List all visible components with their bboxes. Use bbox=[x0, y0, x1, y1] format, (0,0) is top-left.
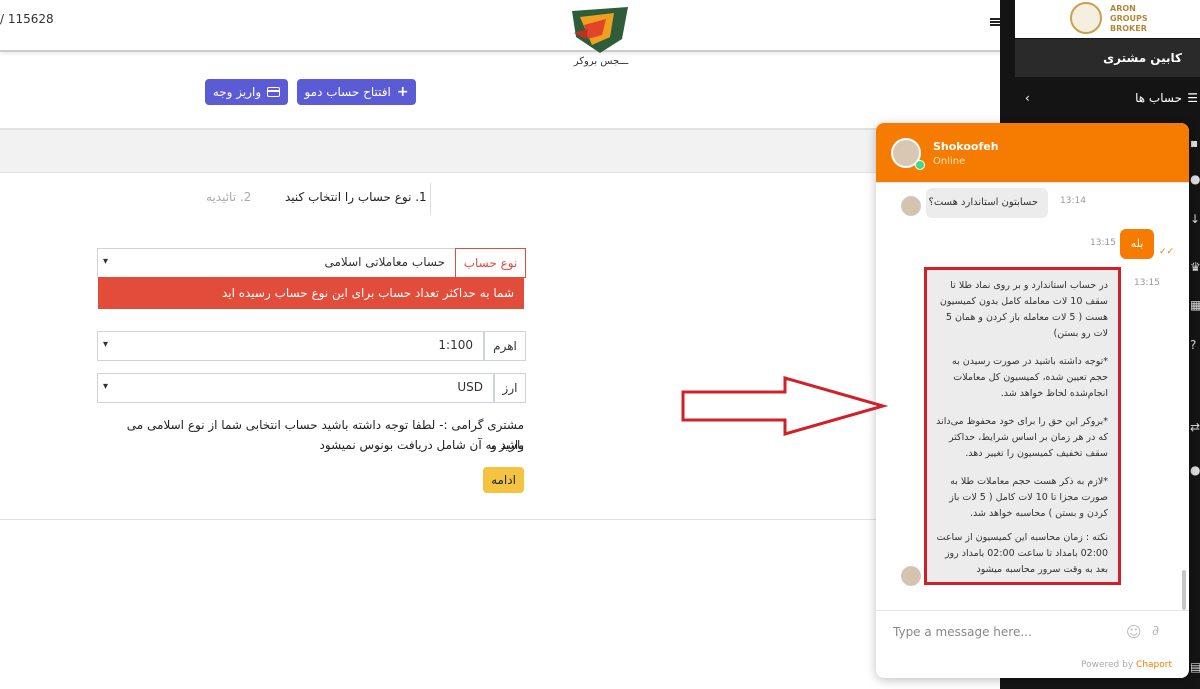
plus-icon: + bbox=[396, 84, 409, 100]
chevron-down-icon: ▾ bbox=[103, 381, 109, 392]
read-receipt-icon: ✓✓ bbox=[1159, 247, 1175, 257]
message-paragraph: *لازم به ذکر هست حجم معاملات طلا به صورت… bbox=[949, 476, 1108, 519]
message-paragraph: *بروکر این حق را برای خود محفوظ می‌داند … bbox=[936, 416, 1108, 459]
currency-value: USD bbox=[457, 380, 483, 394]
chevron-left-icon: ‹ bbox=[1025, 91, 1030, 105]
deposit-label: واریز وجه bbox=[212, 85, 262, 99]
powered-brand: Chaport bbox=[1136, 660, 1172, 670]
agent-avatar-small bbox=[901, 566, 921, 586]
brand-name: ARON GROUPS BROKER bbox=[1110, 4, 1155, 34]
chevron-down-icon: ▾ bbox=[103, 256, 109, 267]
message-paragraph: *توجه داشته باشید در صورت رسیدن به حجم ت… bbox=[952, 356, 1108, 399]
logo-caption: ـــجس بروکر bbox=[573, 56, 629, 67]
step-select-account-type: 1. نوع حساب را انتخاب کنید bbox=[285, 190, 427, 204]
chat-scrollbar[interactable] bbox=[1182, 570, 1186, 610]
message-text: حسابتون استاندارد هست؟ bbox=[928, 197, 1038, 208]
continue-button[interactable]: ادامه bbox=[483, 467, 524, 493]
attachment-icon[interactable]: ∂ bbox=[1152, 623, 1159, 639]
notice-line-2: واریز به آن شامل دریافت بونوس نمیشود bbox=[319, 438, 524, 452]
leverage-label: اهرم bbox=[484, 331, 526, 361]
brand-line-3: BROKER bbox=[1110, 24, 1147, 33]
account-number: / 115628 bbox=[0, 12, 54, 26]
user-icon[interactable]: ● bbox=[1190, 172, 1200, 186]
deposit-button[interactable]: واریز وجه bbox=[205, 79, 288, 105]
emoji-icon[interactable]: ☺ bbox=[1126, 623, 1142, 641]
users-icon[interactable]: ● bbox=[1190, 463, 1200, 477]
sidebar-item-accounts[interactable]: ‹ حساب ها ☰ bbox=[1020, 89, 1200, 109]
input-divider bbox=[876, 610, 1189, 611]
message-input[interactable]: Type a message here... bbox=[893, 625, 1032, 639]
broker-logo bbox=[572, 7, 628, 53]
trophy-icon[interactable]: ♛ bbox=[1190, 260, 1200, 274]
open-demo-account-button[interactable]: افتتاح حساب دمو + bbox=[297, 79, 416, 105]
error-alert: شما به حداکثر تعداد حساب برای این نوع حس… bbox=[98, 277, 524, 309]
brand-line-2: GROUPS bbox=[1110, 14, 1148, 23]
download-icon[interactable]: ↓ bbox=[1190, 212, 1200, 226]
brand-line-1: ARON bbox=[1110, 4, 1136, 13]
brand-emblem-icon bbox=[1070, 2, 1102, 34]
leverage-value: 1:100 bbox=[438, 338, 473, 352]
sidebar-icon[interactable]: ▪ bbox=[1190, 136, 1198, 150]
chat-header bbox=[876, 123, 1189, 182]
chat-divider bbox=[876, 182, 1189, 183]
currency-select[interactable]: ▾ USD bbox=[97, 373, 494, 403]
exchange-icon[interactable]: ⇄ bbox=[1190, 420, 1200, 434]
divider bbox=[0, 519, 1000, 520]
message-time: 13:15 bbox=[1134, 278, 1160, 288]
account-type-select[interactable]: ▾ حساب معاملاتی اسلامی bbox=[97, 248, 456, 278]
account-type-value: حساب معاملاتی اسلامی bbox=[324, 255, 446, 269]
message-bubble: حسابتون استاندارد هست؟ bbox=[926, 188, 1048, 218]
chart-icon[interactable]: ▤ bbox=[1190, 660, 1200, 674]
open-demo-label: افتتاح حساب دمو bbox=[304, 85, 391, 99]
highlighted-message-bubble: در حساب استاندارد و بر روی نماد طلا تا س… bbox=[924, 267, 1121, 585]
leverage-select[interactable]: ▾ 1:100 bbox=[97, 331, 484, 361]
message-time: 13:15 bbox=[1090, 238, 1116, 248]
agent-name: Shokoofeh bbox=[933, 140, 999, 153]
question-icon[interactable]: ? bbox=[1190, 338, 1196, 352]
account-type-label: نوع حساب bbox=[455, 248, 526, 278]
credit-card-icon bbox=[267, 87, 281, 97]
calendar-icon[interactable]: ▦ bbox=[1190, 298, 1200, 312]
message-text: بله bbox=[1130, 237, 1144, 250]
online-status-dot bbox=[915, 160, 925, 170]
list-icon: ☰ bbox=[1187, 91, 1198, 105]
section-band bbox=[0, 129, 1000, 173]
annotation-arrow-icon bbox=[681, 376, 888, 436]
agent-avatar-small bbox=[901, 196, 921, 216]
agent-status: Online bbox=[933, 156, 966, 167]
brand-header bbox=[1015, 0, 1200, 38]
chevron-down-icon: ▾ bbox=[103, 339, 109, 350]
message-time: 13:14 bbox=[1060, 196, 1086, 206]
step-divider bbox=[430, 183, 431, 215]
customer-cabin-title: کابین مشتری bbox=[1015, 39, 1200, 77]
user-message-bubble: بله bbox=[1120, 229, 1154, 259]
currency-label: ارز bbox=[494, 373, 526, 403]
sidebar-accounts-label: حساب ها bbox=[1135, 91, 1182, 105]
message-paragraph: نکته : زمان محاسبه این کمیسیون از ساعت 0… bbox=[936, 532, 1108, 575]
top-header bbox=[0, 0, 1005, 52]
message-paragraph: در حساب استاندارد و بر روی نماد طلا تا س… bbox=[939, 280, 1108, 339]
chat-widget: Shokoofeh Online حسابتون استاندارد هست؟ … bbox=[876, 123, 1189, 678]
powered-by[interactable]: Powered by Chaport bbox=[1081, 660, 1172, 670]
powered-prefix: Powered by bbox=[1081, 660, 1134, 670]
step-confirmation: 2. تائیدیه bbox=[206, 190, 252, 204]
